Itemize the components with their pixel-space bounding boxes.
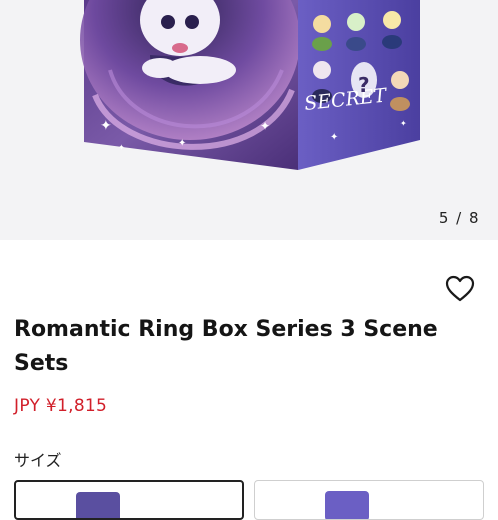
favorite-button[interactable] [444,274,476,304]
svg-text:✦: ✦ [400,119,407,128]
image-page-counter: 5 / 8 [438,209,480,227]
heart-outline-icon [445,275,475,302]
product-box-image: ✦ ✦ ✦ ✦ SECRET ? ✦ ✦ [80,0,420,170]
box-question-mark: ? [358,73,370,97]
variant-thumbnail [325,491,369,519]
svg-text:✦: ✦ [260,119,270,133]
variant-option-1[interactable] [14,480,244,520]
svg-text:✦: ✦ [330,132,338,143]
svg-text:✦: ✦ [118,143,125,152]
product-image-gallery[interactable]: ✦ ✦ ✦ ✦ SECRET ? ✦ ✦ 5 / 8 [0,0,498,240]
svg-text:✦: ✦ [100,118,112,134]
product-price: JPY ¥1,815 [14,396,108,416]
size-option-label: サイズ [14,451,62,470]
svg-text:✦: ✦ [178,138,186,149]
product-title: Romantic Ring Box Series 3 Scene Sets [14,317,438,376]
variant-option-2[interactable] [254,480,484,520]
variant-thumbnail [76,492,120,518]
